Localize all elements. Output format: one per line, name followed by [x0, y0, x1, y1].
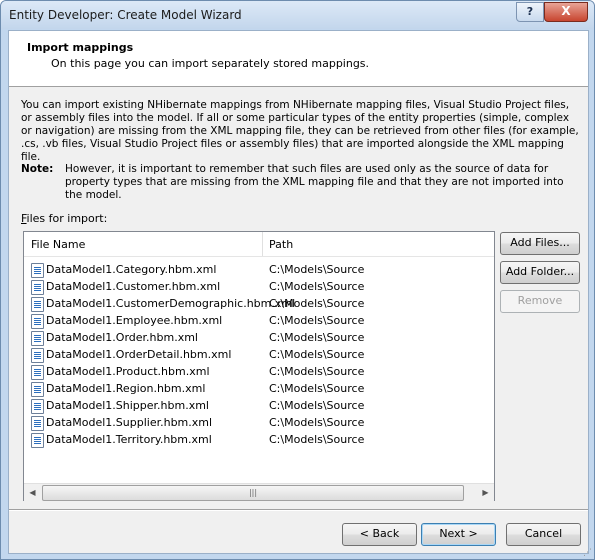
scroll-right-icon[interactable]: ▶ — [477, 484, 494, 501]
help-icon[interactable]: ? — [516, 2, 544, 22]
scroll-left-icon[interactable]: ◀ — [24, 484, 41, 501]
xml-file-icon — [31, 399, 44, 414]
page-header: Import mappings On this page you can imp… — [9, 31, 588, 87]
file-path-cell: C:\Models\Source — [269, 331, 365, 344]
remove-button[interactable]: Remove — [500, 290, 580, 313]
files-for-import-label: Files for import: — [21, 212, 107, 225]
xml-file-icon — [31, 348, 44, 363]
files-label-rest: iles for import: — [26, 212, 108, 225]
xml-file-icon — [31, 433, 44, 448]
table-row[interactable]: DataModel1.Shipper.hbm.xml C:\Models\Sour… — [24, 397, 494, 414]
xml-file-icon — [31, 280, 44, 295]
file-name-cell: DataModel1.Region.hbm.xml — [46, 382, 206, 395]
file-path-cell: C:\Models\Source — [269, 348, 365, 361]
wizard-window: Entity Developer: Create Model Wizard ? … — [0, 0, 595, 560]
table-row[interactable]: DataModel1.Employee.hbm.xml C:\Models\Sou… — [24, 312, 494, 329]
file-name-cell: DataModel1.Territory.hbm.xml — [46, 433, 212, 446]
add-folder-button[interactable]: Add Folder... — [500, 261, 580, 284]
file-path-cell: C:\Models\Source — [269, 263, 365, 276]
close-icon[interactable]: X — [544, 2, 588, 22]
file-name-cell: DataModel1.OrderDetail.hbm.xml — [46, 348, 232, 361]
file-name-cell: DataModel1.Shipper.hbm.xml — [46, 399, 209, 412]
file-name-cell: DataModel1.Employee.hbm.xml — [46, 314, 223, 327]
table-row[interactable]: DataModel1.CustomerDemographic.hbm.xml C:… — [24, 295, 494, 312]
note-label: Note: — [21, 163, 54, 175]
file-name-cell: DataModel1.Customer.hbm.xml — [46, 280, 221, 293]
file-name-cell: DataModel1.Supplier.hbm.xml — [46, 416, 213, 429]
file-path-cell: C:\Models\Source — [269, 314, 365, 327]
table-row[interactable]: DataModel1.Region.hbm.xml C:\Models\Sourc… — [24, 380, 494, 397]
files-list[interactable]: File Name Path DataModel1.Category.hbm.x… — [23, 231, 495, 501]
file-path-cell: C:\Models\Source — [269, 280, 365, 293]
cancel-button[interactable]: Cancel — [506, 523, 581, 546]
table-row[interactable]: DataModel1.Supplier.hbm.xml C:\Models\Sou… — [24, 414, 494, 431]
file-name-cell: DataModel1.Product.hbm.xml — [46, 365, 210, 378]
column-separator[interactable] — [262, 232, 263, 256]
table-row[interactable]: DataModel1.Category.hbm.xml C:\Models\Sou… — [24, 261, 494, 278]
window-title: Entity Developer: Create Model Wizard — [9, 8, 242, 22]
xml-file-icon — [31, 297, 44, 312]
footer-divider — [9, 509, 588, 510]
scroll-thumb[interactable]: ||| — [42, 485, 464, 501]
table-row[interactable]: DataModel1.Product.hbm.xml C:\Models\Sour… — [24, 363, 494, 380]
xml-file-icon — [31, 365, 44, 380]
page-description: On this page you can import separately s… — [51, 57, 370, 70]
file-name-cell: DataModel1.Order.hbm.xml — [46, 331, 198, 344]
xml-file-icon — [31, 314, 44, 329]
file-path-cell: C:\Models\Source — [269, 297, 365, 310]
horizontal-scrollbar[interactable]: ◀ ||| ▶ — [24, 483, 494, 501]
note-text: However, it is important to remember tha… — [65, 163, 564, 201]
xml-file-icon — [31, 331, 44, 346]
table-row[interactable]: DataModel1.OrderDetail.hbm.xml C:\Models\… — [24, 346, 494, 363]
file-name-cell: DataModel1.Category.hbm.xml — [46, 263, 217, 276]
xml-file-icon — [31, 263, 44, 278]
file-path-cell: C:\Models\Source — [269, 382, 365, 395]
resize-grip-icon[interactable]: ⋰ — [583, 548, 593, 558]
intro-text: You can import existing NHibernate mappi… — [21, 99, 579, 163]
table-row[interactable]: DataModel1.Customer.hbm.xml C:\Models\Sou… — [24, 278, 494, 295]
column-header-path[interactable]: Path — [269, 238, 293, 251]
file-path-cell: C:\Models\Source — [269, 365, 365, 378]
xml-file-icon — [31, 416, 44, 431]
wizard-client-area: Import mappings On this page you can imp… — [8, 30, 589, 554]
xml-file-icon — [31, 382, 44, 397]
title-bar[interactable]: Entity Developer: Create Model Wizard ? … — [1, 1, 594, 29]
file-path-cell: C:\Models\Source — [269, 433, 365, 446]
add-files-button[interactable]: Add Files... — [500, 232, 580, 255]
page-title: Import mappings — [27, 41, 134, 54]
file-path-cell: C:\Models\Source — [269, 416, 365, 429]
column-header-file-name[interactable]: File Name — [31, 238, 85, 251]
file-name-cell: DataModel1.CustomerDemographic.hbm.xml — [46, 297, 296, 310]
back-button[interactable]: < Back — [342, 523, 417, 546]
table-row[interactable]: DataModel1.Order.hbm.xml C:\Models\Source — [24, 329, 494, 346]
file-path-cell: C:\Models\Source — [269, 399, 365, 412]
table-row[interactable]: DataModel1.Territory.hbm.xml C:\Models\So… — [24, 431, 494, 448]
next-button[interactable]: Next > — [421, 523, 496, 546]
list-header: File Name Path — [24, 232, 494, 257]
